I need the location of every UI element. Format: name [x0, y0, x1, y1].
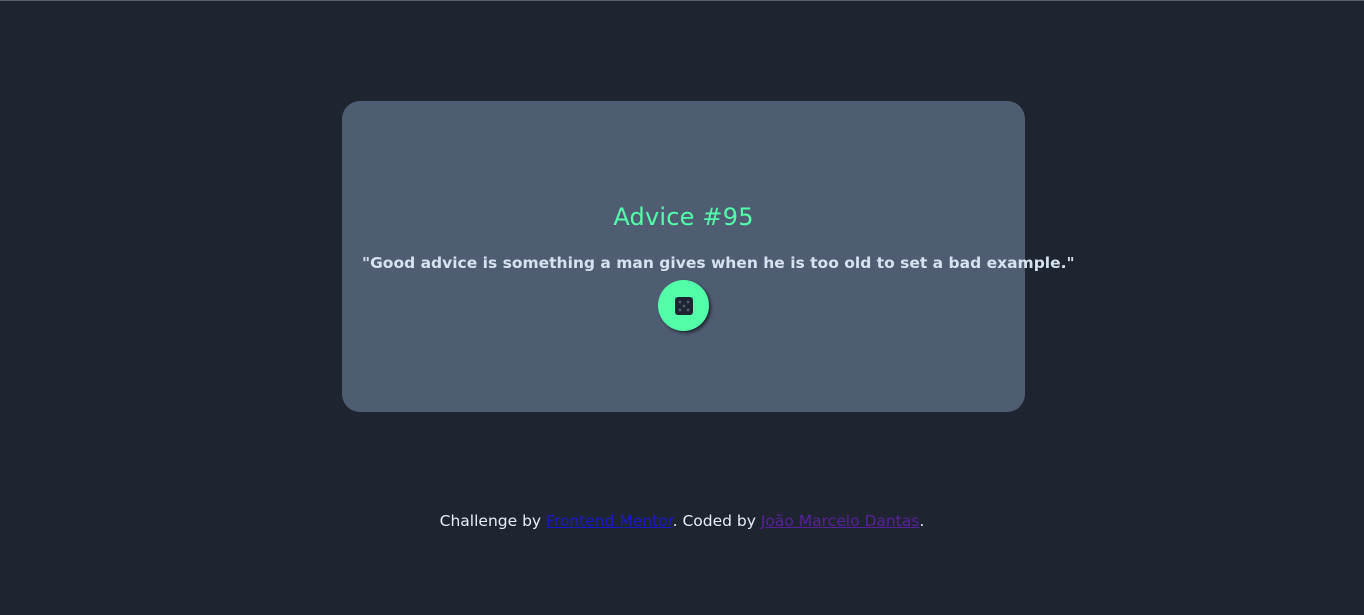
footer-middle: . Coded by [672, 512, 761, 530]
new-advice-button[interactable] [658, 280, 709, 331]
advice-title: Advice #95 [613, 203, 754, 232]
dice-icon [674, 296, 693, 315]
advice-card: Advice #95 "Good advice is something a m… [342, 101, 1075, 412]
advice-quote: "Good advice is something a man gives wh… [362, 253, 1075, 272]
attribution-footer: Challenge by Frontend Mentor. Coded by J… [0, 512, 1364, 530]
footer-suffix: . [919, 512, 925, 530]
frontend-mentor-link[interactable]: Frontend Mentor [546, 512, 673, 530]
author-link[interactable]: João Marcelo Dantas [761, 512, 920, 530]
footer-prefix: Challenge by [439, 512, 547, 530]
